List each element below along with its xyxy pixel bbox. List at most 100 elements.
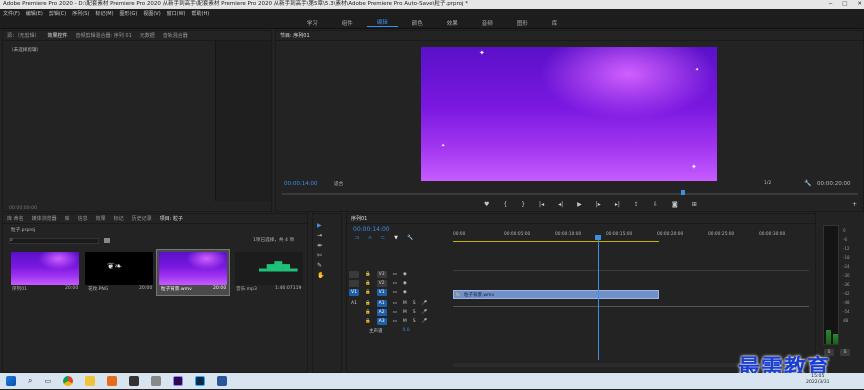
solo-button[interactable]: S <box>413 301 416 306</box>
chrome-icon[interactable] <box>63 376 74 386</box>
tab-sequence[interactable]: 序列01 <box>351 215 367 222</box>
timeline-playhead[interactable] <box>598 236 599 360</box>
mic-icon[interactable]: 🎤 <box>422 319 428 324</box>
file-explorer-icon[interactable] <box>85 376 96 386</box>
source-patch-button[interactable]: A1 <box>349 300 359 307</box>
add-marker-icon[interactable]: ▼ <box>394 235 398 241</box>
source-tab[interactable]: 效果控件 <box>48 32 68 39</box>
hand-tool-icon[interactable]: ✋ <box>317 272 327 279</box>
solo-button[interactable]: S <box>413 319 416 324</box>
lock-icon[interactable]: 🔒 <box>365 310 371 315</box>
maximize-icon[interactable]: □ <box>842 0 847 9</box>
marker-icon[interactable]: ♥ <box>484 201 489 208</box>
project-item-thumbnail[interactable] <box>159 252 227 285</box>
sync-lock-icon[interactable]: ▭ <box>393 290 397 295</box>
menu-item[interactable]: 视图(V) <box>143 10 160 17</box>
play-icon[interactable]: ▶ <box>577 201 582 208</box>
mute-button[interactable]: M <box>403 319 407 324</box>
project-tab[interactable]: 标记 <box>114 215 124 222</box>
track-target-button[interactable]: A3 <box>376 318 387 325</box>
eye-icon[interactable]: ◉ <box>403 272 407 277</box>
sync-lock-icon[interactable]: ▭ <box>393 301 397 306</box>
nest-icon[interactable]: ⊐ <box>355 235 359 241</box>
source-tab[interactable]: 音轨混合器 <box>163 32 188 39</box>
video-clip[interactable]: fx 粒子背景.wmv <box>453 290 659 299</box>
word-icon[interactable] <box>217 376 228 386</box>
master-volume[interactable]: 0.0 <box>403 328 410 333</box>
search-icon[interactable]: ⌕ <box>28 376 32 386</box>
extract-icon[interactable]: ⇩ <box>653 201 658 208</box>
source-patch-button[interactable]: V1 <box>349 289 359 296</box>
camera-icon[interactable]: ◙ <box>672 201 678 208</box>
timeline-timecode[interactable]: 00:00:14:00 <box>353 226 390 233</box>
program-scrub-bar[interactable] <box>282 193 858 195</box>
premiere-pro-icon[interactable] <box>173 376 184 386</box>
menu-item[interactable]: 图形(G) <box>120 10 138 17</box>
source-patch-button[interactable] <box>349 309 359 316</box>
source-patch-button[interactable] <box>349 318 359 325</box>
track-target-button[interactable]: A2 <box>376 309 387 316</box>
solo-right-button[interactable]: S <box>840 349 850 356</box>
source-tab[interactable]: 音频剪辑混合器: 序列 01 <box>76 32 132 39</box>
go-to-out-icon[interactable]: ▸| <box>615 201 620 208</box>
track-target-button[interactable]: A1 <box>376 300 387 307</box>
fit-dropdown[interactable]: 适合 <box>334 181 343 187</box>
workspace-tab[interactable]: 学习 <box>297 19 328 27</box>
mark-in-icon[interactable]: { <box>503 201 507 208</box>
menu-item[interactable]: 序列(S) <box>72 10 89 17</box>
work-area-bar[interactable] <box>453 241 659 242</box>
project-tab[interactable]: 历史记录 <box>132 215 152 222</box>
lock-icon[interactable]: 🔒 <box>365 290 371 295</box>
mark-out-icon[interactable]: } <box>521 201 525 208</box>
wrench-icon[interactable]: 🔧 <box>804 180 811 187</box>
pen-tool-icon[interactable]: ✎ <box>317 262 327 269</box>
project-search-input[interactable] <box>9 238 99 244</box>
new-bin-icon[interactable] <box>104 238 110 243</box>
selection-tool-icon[interactable]: ▶ <box>317 222 327 229</box>
project-tab[interactable]: 库 <box>65 215 70 222</box>
eye-icon[interactable]: ◉ <box>403 281 407 286</box>
eye-icon[interactable]: ◉ <box>403 290 407 295</box>
source-tab[interactable]: 元数据 <box>140 32 155 39</box>
lock-icon[interactable]: 🔒 <box>365 281 371 286</box>
lift-icon[interactable]: ⇪ <box>634 201 639 208</box>
task-view-icon[interactable]: ▭ <box>44 377 51 385</box>
menu-item[interactable]: 文件(F) <box>3 10 20 17</box>
source-patch-button[interactable] <box>349 271 359 278</box>
tab-program[interactable]: 节目: 序列01 <box>280 32 310 39</box>
source-tab[interactable]: 源：（无剪辑） <box>7 32 40 39</box>
program-timecode[interactable]: 00:00:14:00 <box>284 181 318 187</box>
sync-lock-icon[interactable]: ▭ <box>393 310 397 315</box>
lock-icon[interactable]: 🔒 <box>365 319 371 324</box>
media-icon[interactable] <box>151 376 162 386</box>
menu-item[interactable]: 剪辑(C) <box>49 10 66 17</box>
step-forward-icon[interactable]: |▸ <box>596 201 601 208</box>
menu-item[interactable]: 标记(M) <box>95 10 113 17</box>
app-icon[interactable] <box>107 376 118 386</box>
menu-item[interactable]: 编辑(E) <box>26 10 43 17</box>
ripple-edit-icon[interactable]: ⇹ <box>317 242 327 249</box>
lock-icon[interactable]: 🔒 <box>365 301 371 306</box>
add-button-icon[interactable]: + <box>852 201 857 208</box>
project-tab[interactable]: 效果 <box>96 215 106 222</box>
snap-icon[interactable]: ∩ <box>368 235 372 241</box>
track-target-button[interactable]: V1 <box>376 289 387 296</box>
playhead-handle[interactable] <box>595 235 601 240</box>
workspace-tab[interactable]: 图形 <box>507 19 538 27</box>
app-icon[interactable] <box>129 376 140 386</box>
track-target-button[interactable]: V2 <box>376 280 387 287</box>
workspace-tab[interactable]: 效果 <box>437 19 468 27</box>
workspace-tab[interactable]: 组件 <box>332 19 363 27</box>
track-select-icon[interactable]: ⇥ <box>317 232 327 239</box>
sync-lock-icon[interactable]: ▭ <box>393 281 397 286</box>
mic-icon[interactable]: 🎤 <box>422 310 428 315</box>
sync-lock-icon[interactable]: ▭ <box>393 319 397 324</box>
razor-tool-icon[interactable]: ✄ <box>317 252 327 259</box>
project-tab[interactable]: 项目: 粒子 <box>160 215 183 222</box>
menu-item[interactable]: 帮助(H) <box>192 10 210 17</box>
project-item-thumbnail[interactable]: ▂▅▇▅▂ <box>235 252 303 285</box>
workspace-tab[interactable]: 库 <box>542 19 568 27</box>
resolution-dropdown[interactable]: 1/2 <box>764 181 771 186</box>
step-back-icon[interactable]: ◂| <box>558 201 563 208</box>
workspace-tab[interactable]: 颜色 <box>402 19 433 27</box>
